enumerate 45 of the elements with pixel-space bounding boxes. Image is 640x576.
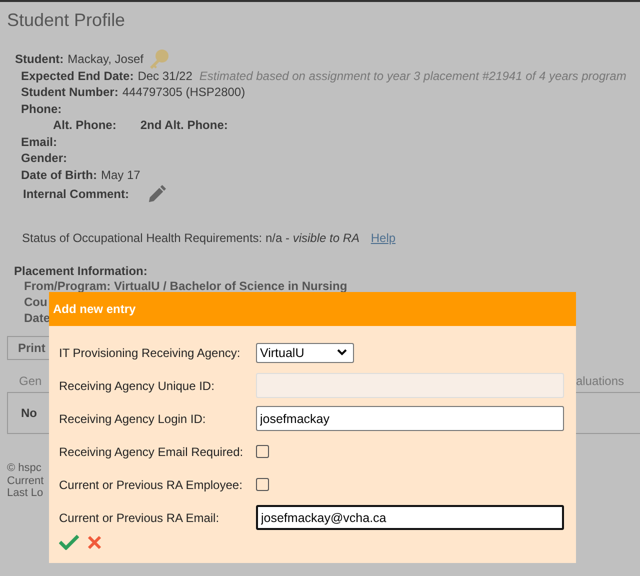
- agency-dropdown[interactable]: VirtualU: [256, 342, 354, 362]
- field-label: IT Provisioning Receiving Agency:: [59, 346, 242, 360]
- field-label: 2nd Alt. Phone:: [140, 118, 228, 132]
- checkmark-icon[interactable]: [59, 534, 79, 550]
- field-label: Gender:: [21, 151, 68, 166]
- field-label: Email:: [21, 134, 58, 149]
- field-value: Mackay, Josef: [68, 52, 144, 66]
- field-label: Receiving Agency Unique ID:: [59, 378, 216, 392]
- field-value: May 17: [101, 168, 140, 182]
- placement-text: Date: [24, 310, 50, 326]
- empty-message: No: [21, 406, 37, 420]
- status-text: Status of Occupational Health Requirements: n/a - visible to RA: [22, 231, 360, 245]
- field-value: 444797305 (HSP2800): [122, 85, 246, 100]
- field-label: Date of Birth:: [21, 168, 97, 182]
- field-label: Current or Previous RA Employee:: [59, 478, 244, 492]
- input-field[interactable]: josefmackay@vcha.ca: [256, 505, 564, 530]
- tab[interactable]: aluations: [576, 374, 624, 388]
- footer-text: Current: [7, 474, 44, 487]
- help-link[interactable]: Help: [370, 231, 396, 245]
- field-label: Student:: [15, 52, 64, 66]
- placement-text: From/Program: VirtualU / Bachelor of Science in Nursing: [24, 278, 348, 294]
- checkbox[interactable]: [256, 478, 269, 491]
- note-text: Estimated based on assignment to year 3 placement #21941 of 4 years program: [199, 68, 626, 83]
- placement-text: Cou: [24, 294, 48, 310]
- field-label: Receiving Agency Email Required:: [59, 444, 244, 458]
- pencil-icon[interactable]: [147, 184, 166, 204]
- field-label: Receiving Agency Login ID:: [59, 412, 207, 426]
- field-label: Internal Comment:: [23, 187, 130, 201]
- field-label: Expected End Date:: [21, 68, 134, 83]
- field-label: Student Number:: [21, 85, 118, 100]
- section-heading: Placement Information:: [14, 264, 148, 278]
- field-label: Phone:: [21, 102, 62, 116]
- page-title: Student Profile: [6, 9, 126, 31]
- field-value: Dec 31/22: [138, 68, 192, 83]
- checkbox[interactable]: [256, 445, 269, 458]
- field-label: Alt. Phone:: [53, 118, 116, 132]
- footer-text: Last Lo: [7, 487, 44, 500]
- footer-text: © hspc: [7, 462, 42, 474]
- key-icon: [148, 49, 170, 70]
- chevron-down-icon: [337, 349, 347, 356]
- input-field[interactable]: josefmackay: [256, 406, 564, 431]
- field-label: Current or Previous RA Email:: [59, 510, 220, 524]
- dialog-title: Add new entry: [53, 302, 136, 316]
- tab[interactable]: Gen: [19, 374, 42, 388]
- close-icon[interactable]: [87, 534, 102, 550]
